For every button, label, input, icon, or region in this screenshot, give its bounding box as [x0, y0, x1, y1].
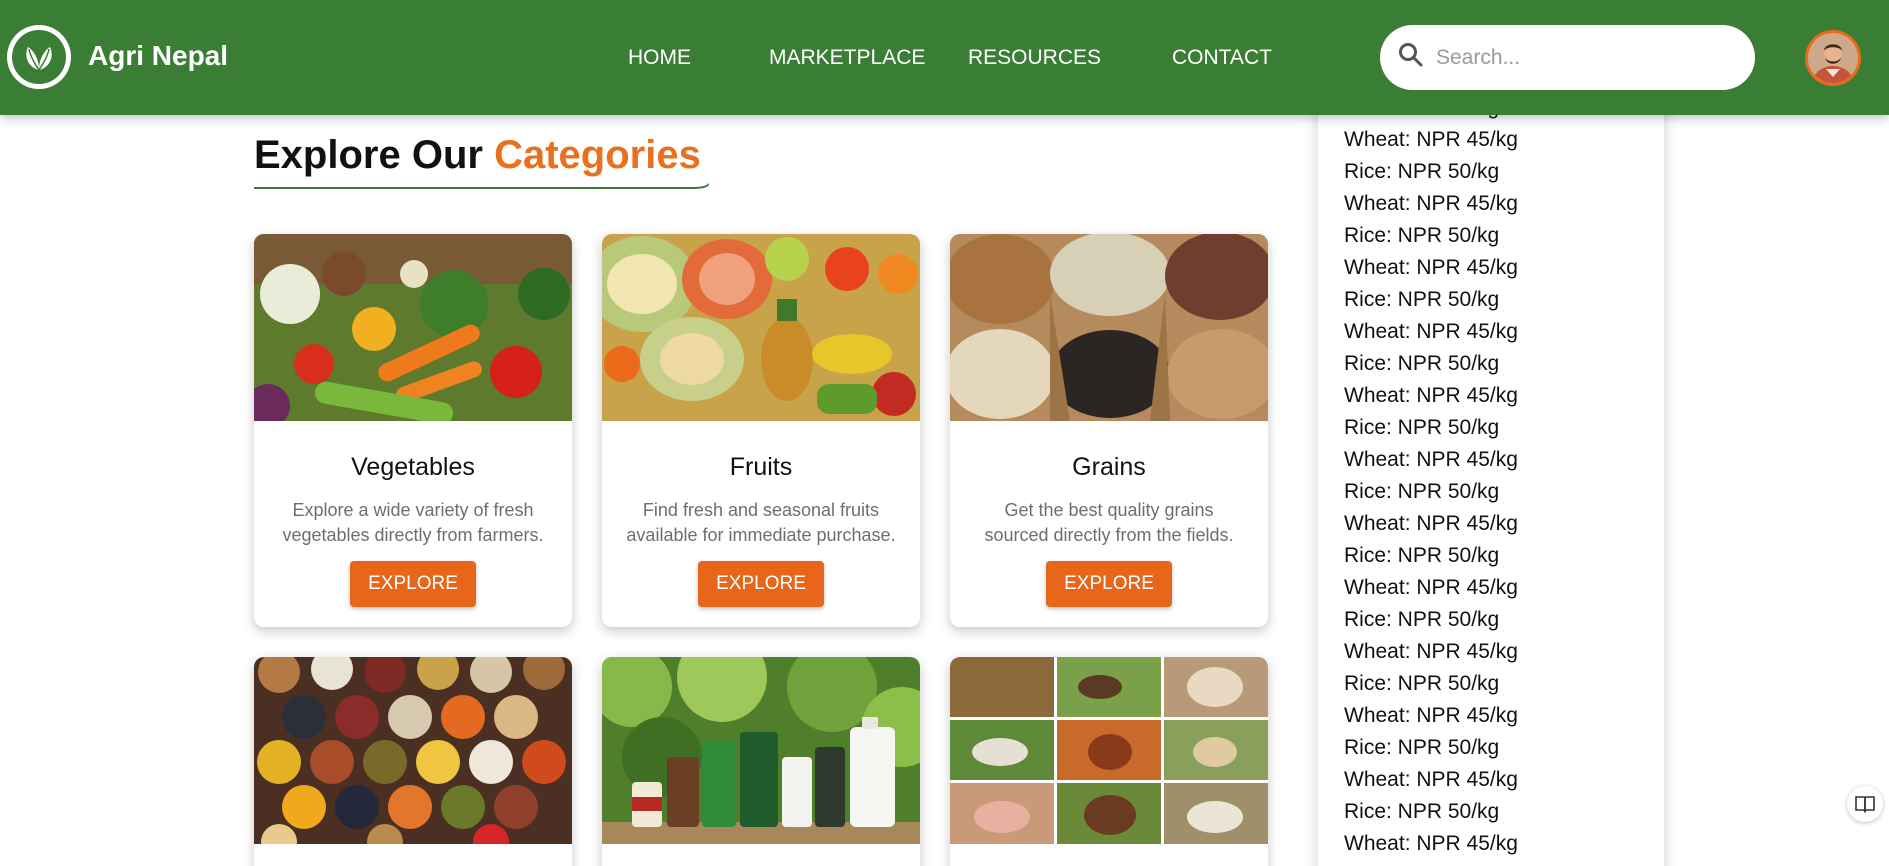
card-title: Vegetables [351, 453, 475, 481]
card-title: Fruits [729, 453, 793, 481]
price-item: Wheat: NPR 45/kg [1344, 768, 1518, 791]
pulses-image [254, 657, 572, 844]
price-item: Rice: NPR 50/kg [1344, 800, 1500, 823]
price-item: Rice: NPR 50/kg [1344, 416, 1500, 439]
price-item: Wheat: NPR 45/kg [1344, 256, 1518, 279]
category-card-vegetables: Vegetables Explore a wide variety of fre… [254, 234, 572, 627]
grains-image [950, 234, 1268, 421]
price-item: Rice: NPR 50/kg [1344, 480, 1500, 503]
price-item: Wheat: NPR 45/kg [1344, 640, 1518, 663]
price-item: Wheat: NPR 45/kg [1344, 128, 1518, 151]
user-avatar[interactable] [1805, 30, 1861, 86]
category-card-livestock [950, 657, 1268, 866]
category-card-fruits: Fruits Find fresh and seasonal fruits av… [602, 234, 920, 627]
explore-button[interactable]: EXPLORE [1046, 561, 1172, 607]
price-item: Wheat: NPR 45/kg [1344, 192, 1518, 215]
reader-book-icon[interactable] [1847, 786, 1883, 822]
explore-button[interactable]: EXPLORE [350, 561, 476, 607]
section-title-main: Explore Our [254, 133, 483, 177]
price-item: Rice: NPR 50/kg [1344, 544, 1500, 567]
card-description: Find fresh and seasonal fruits available… [626, 500, 896, 545]
vegetables-image [254, 234, 572, 421]
price-list: Rice: NPR 50/kg Wheat: NPR 45/kg Rice: N… [1344, 96, 1518, 860]
price-item: Rice: NPR 50/kg [1344, 288, 1500, 311]
livestock-image [950, 657, 1268, 844]
search-bar [1380, 25, 1755, 90]
search-icon [1398, 42, 1424, 73]
nav-contact[interactable]: CONTACT [1172, 46, 1272, 70]
explore-button[interactable]: EXPLORE [698, 561, 824, 607]
nav-resources[interactable]: RESOURCES [968, 46, 1101, 70]
fertilizers-image [602, 657, 920, 844]
price-item: Wheat: NPR 45/kg [1344, 576, 1518, 599]
price-item: Rice: NPR 50/kg [1344, 608, 1500, 631]
section-title-accent: Categories [494, 133, 701, 177]
section-title: Explore Our Categories [254, 133, 701, 178]
title-underline [254, 183, 709, 189]
category-card-fertilizers [602, 657, 920, 866]
price-item: Rice: NPR 50/kg [1344, 160, 1500, 183]
top-navbar: Agri Nepal HOME MARKETPLACE RESOURCES CO… [0, 0, 1889, 115]
nav-marketplace[interactable]: MARKETPLACE [769, 46, 925, 70]
brand-name[interactable]: Agri Nepal [88, 40, 228, 72]
category-card-pulses [254, 657, 572, 866]
price-item: Wheat: NPR 45/kg [1344, 512, 1518, 535]
price-item: Rice: NPR 50/kg [1344, 736, 1500, 759]
price-item: Wheat: NPR 45/kg [1344, 320, 1518, 343]
fruits-image [602, 234, 920, 421]
price-item: Wheat: NPR 45/kg [1344, 384, 1518, 407]
price-item: Wheat: NPR 45/kg [1344, 448, 1518, 471]
logo-leaf-icon[interactable] [7, 25, 71, 89]
category-card-grains: Grains Get the best quality grains sourc… [950, 234, 1268, 627]
search-input[interactable] [1436, 45, 1736, 70]
card-description: Get the best quality grains sourced dire… [984, 500, 1234, 545]
price-item: Rice: NPR 50/kg [1344, 672, 1500, 695]
nav-home[interactable]: HOME [628, 46, 691, 70]
price-item: Rice: NPR 50/kg [1344, 352, 1500, 375]
price-item: Wheat: NPR 45/kg [1344, 832, 1518, 855]
market-prices-panel[interactable]: Rice: NPR 50/kg Wheat: NPR 45/kg Rice: N… [1318, 96, 1664, 866]
card-title: Grains [1072, 453, 1146, 481]
card-description: Explore a wide variety of fresh vegetabl… [282, 500, 544, 545]
price-item: Wheat: NPR 45/kg [1344, 704, 1518, 727]
price-item: Rice: NPR 50/kg [1344, 224, 1500, 247]
